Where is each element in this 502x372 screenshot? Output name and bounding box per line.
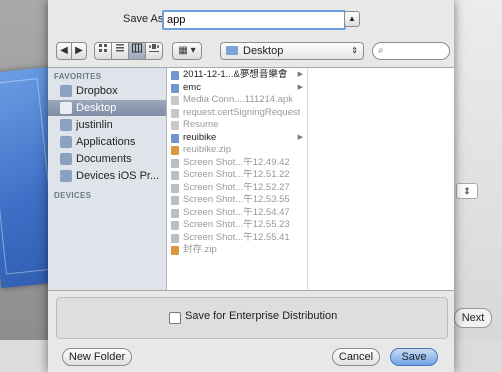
file-row: reuibike.zip — [167, 144, 307, 157]
save-as-row: Save As: ▲ — [48, 10, 454, 30]
sidebar-item-label: Desktop — [76, 102, 117, 114]
zip-icon — [171, 146, 179, 155]
collapse-browser-button[interactable]: ▲ — [344, 11, 360, 27]
file-row: request.certSigningRequest — [167, 107, 307, 120]
documents-icon — [60, 153, 72, 165]
sidebar-item-dropbox[interactable]: Dropbox — [48, 83, 166, 99]
new-folder-button[interactable]: New Folder — [62, 348, 132, 366]
file-icon — [171, 108, 179, 118]
file-row: Screen Shot...午12.55.41 — [167, 232, 307, 245]
sidebar-item-label: Dropbox — [76, 85, 118, 97]
file-row: Screen Shot...午12.55.23 — [167, 219, 307, 232]
sidebar-item-applications[interactable]: Applications — [48, 134, 166, 150]
icon-view-icon — [99, 44, 107, 52]
column-view-icon — [132, 43, 142, 53]
disclosure-arrow-icon: ▶ — [297, 71, 303, 78]
list-view-button[interactable] — [111, 42, 129, 60]
coverflow-view-icon — [149, 44, 159, 52]
file-row[interactable]: 2011-12-1...&夢想音樂會 ▶ — [167, 69, 307, 82]
file-row: Resume — [167, 119, 307, 132]
image-icon — [171, 208, 179, 218]
disclosure-arrow-icon: ▶ — [297, 133, 303, 141]
sidebar-item-label: justinlin — [76, 119, 113, 131]
image-icon — [171, 158, 179, 168]
save-dialog: Save As: ▲ ◀ ▶ ▦ ▾ Desktop ⇕ ⌕ FAVORITES — [48, 0, 454, 372]
file-row: Screen Shot...午12.52.27 — [167, 182, 307, 195]
file-row: Screen Shot...午12.49.42 — [167, 157, 307, 170]
enterprise-distribution-label: Save for Enterprise Distribution — [185, 310, 338, 322]
back-button[interactable]: ◀ — [56, 42, 72, 60]
options-panel: Save for Enterprise Distribution — [56, 297, 448, 339]
image-icon — [171, 183, 179, 193]
search-field[interactable]: ⌕ — [372, 42, 450, 60]
sidebar-item-label: Documents — [76, 153, 132, 165]
folder-icon — [171, 71, 179, 80]
folder-icon — [226, 46, 238, 55]
location-popup[interactable]: Desktop ⇕ — [220, 42, 364, 60]
sidebar-item-devices-ios[interactable]: Devices iOS Pr... — [48, 168, 166, 184]
sidebar-item-label: Devices iOS Pr... — [76, 170, 160, 182]
cancel-button[interactable]: Cancel — [332, 348, 380, 366]
save-as-label: Save As: — [123, 13, 167, 25]
file-icon — [171, 121, 179, 130]
icon-view-button[interactable] — [94, 42, 112, 60]
folder-icon — [171, 83, 179, 93]
background-popup-stub: ⇕ — [456, 183, 478, 199]
file-icon — [171, 96, 179, 105]
chevron-updown-icon: ⇕ — [351, 46, 358, 55]
background-window: ⇕ Next — [454, 0, 502, 372]
image-icon — [171, 233, 179, 243]
file-row: Screen Shot...午12.54.47 — [167, 207, 307, 220]
file-row: Media Conn....111214.apk — [167, 94, 307, 107]
favorites-heading: FAVORITES — [54, 72, 102, 81]
file-row[interactable]: emc ▶ — [167, 82, 307, 95]
arrange-menu-button[interactable]: ▦ ▾ — [172, 42, 202, 60]
desktop-icon — [60, 102, 72, 114]
list-view-icon — [116, 44, 124, 52]
file-browser: FAVORITES Dropbox Desktop justinlin Appl… — [48, 67, 454, 291]
folder-icon — [171, 133, 179, 143]
image-icon — [171, 171, 179, 180]
file-row[interactable]: reuibike ▶ — [167, 132, 307, 145]
image-icon — [171, 221, 179, 230]
sidebar-item-label: Applications — [76, 136, 136, 148]
zip-icon — [171, 246, 179, 255]
file-row: Screen Shot...午12.53.55 — [167, 194, 307, 207]
search-icon: ⌕ — [378, 45, 384, 56]
sidebar-item-desktop[interactable]: Desktop — [48, 100, 166, 116]
background-next-button: Next — [454, 308, 492, 328]
save-as-input[interactable] — [162, 10, 346, 30]
sidebar-item-justinlin[interactable]: justinlin — [48, 117, 166, 133]
folder-icon — [60, 85, 72, 97]
devices-heading: DEVICES — [54, 191, 92, 200]
disclosure-arrow-icon: ▶ — [297, 83, 303, 91]
dialog-toolbar: ◀ ▶ ▦ ▾ Desktop ⇕ ⌕ — [56, 41, 450, 61]
home-icon — [60, 119, 72, 131]
folder-icon — [60, 170, 72, 182]
image-icon — [171, 196, 179, 205]
sidebar: FAVORITES Dropbox Desktop justinlin Appl… — [48, 68, 167, 290]
location-label: Desktop — [243, 45, 284, 57]
sidebar-item-documents[interactable]: Documents — [48, 151, 166, 167]
coverflow-view-button[interactable] — [145, 42, 163, 60]
file-row: 封存.zip — [167, 244, 307, 257]
file-column: 2011-12-1...&夢想音樂會 ▶ emc ▶ Media Conn....1… — [167, 68, 308, 290]
applications-icon — [60, 136, 72, 148]
enterprise-distribution-checkbox[interactable] — [169, 312, 181, 324]
save-button[interactable]: Save — [390, 348, 438, 366]
column-view-button[interactable] — [128, 42, 146, 60]
file-row: Screen Shot...午12.51.22 — [167, 169, 307, 182]
forward-button[interactable]: ▶ — [71, 42, 87, 60]
